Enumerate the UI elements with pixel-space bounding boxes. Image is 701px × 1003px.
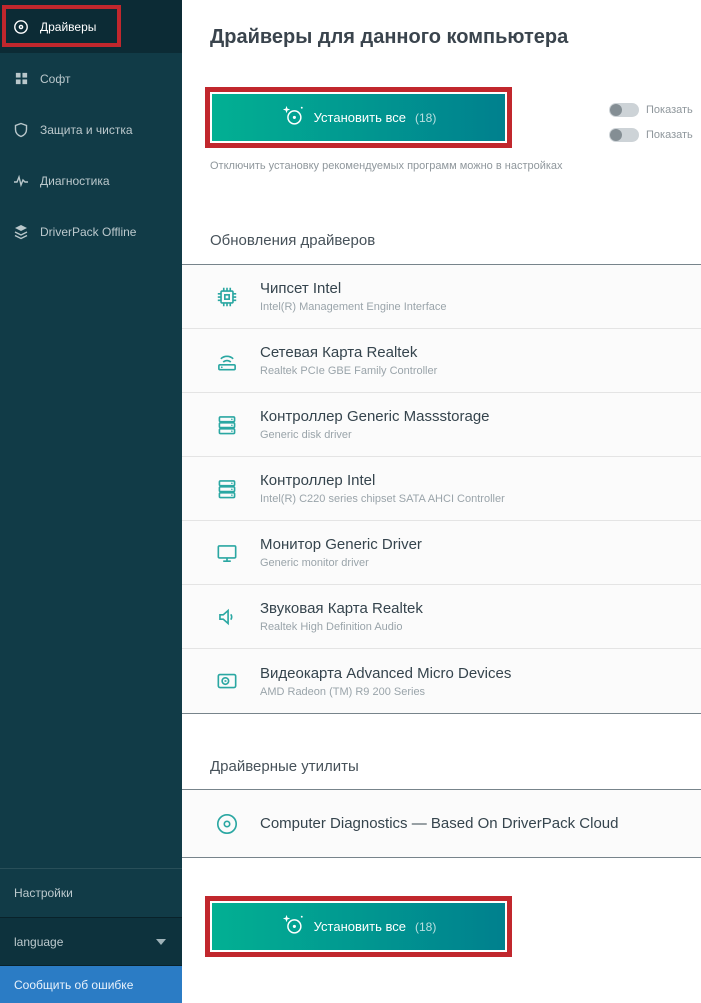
report-error-label: Сообщить об ошибке [14, 977, 134, 992]
sidebar-item-label: Драйверы [40, 19, 97, 34]
driver-title: Видеокарта Advanced Micro Devices [260, 664, 512, 682]
driver-updates-list: Чипсет Intel Intel(R) Management Engine … [182, 264, 701, 714]
driver-subtitle: Generic monitor driver [260, 557, 369, 569]
driver-title: Сетевая Карта Realtek [260, 344, 418, 361]
section-header-driver-utilities: Драйверные утилиты [210, 758, 359, 775]
storage-icon [212, 474, 242, 504]
sidebar-item-offline[interactable]: DriverPack Offline [0, 206, 182, 257]
sidebar-item-protection[interactable]: Защита и чистка [0, 104, 182, 155]
highlight-box: Установить все (18) [205, 87, 512, 148]
driver-subtitle: Generic disk driver [260, 429, 352, 441]
toggle-label: Показать [646, 129, 693, 141]
sidebar-item-diagnostics[interactable]: Диагностика [0, 155, 182, 206]
layers-icon [12, 223, 30, 241]
driver-row-storage[interactable]: Контроллер Generic Massstorage Generic d… [182, 393, 701, 457]
driver-title: Чипсет Intel [260, 280, 342, 297]
driver-title: Контроллер Intel [260, 472, 376, 489]
install-all-label: Установить все [313, 919, 406, 934]
report-error-button[interactable]: Сообщить об ошибке [0, 966, 182, 1003]
driver-title: Монитор Generic Driver [260, 536, 422, 553]
gpu-icon [212, 666, 242, 696]
main-content: Драйверы для данного компьютера Установи… [182, 0, 701, 1003]
install-all-button[interactable]: Установить все (18) [212, 94, 505, 141]
toggle-row: Показать [609, 128, 701, 142]
toggle-knob [610, 129, 622, 141]
driver-subtitle: Intel(R) C220 series chipset SATA AHCI C… [260, 493, 505, 505]
driver-subtitle: Realtek PCIe GBE Family Controller [260, 365, 438, 377]
utility-title: Computer Diagnostics — Based On DriverPa… [260, 815, 619, 832]
cd-icon [212, 809, 242, 839]
language-dropdown[interactable]: language [0, 917, 182, 966]
driver-row-video[interactable]: Видеокарта Advanced Micro Devices AMD Ra… [182, 649, 701, 713]
disc-sparkle-icon [281, 913, 305, 940]
sidebar-item-soft[interactable]: Софт [0, 53, 182, 104]
sidebar-item-label: Софт [40, 71, 71, 86]
language-label: language [14, 934, 64, 949]
driver-row-chipset[interactable]: Чипсет Intel Intel(R) Management Engine … [182, 265, 701, 329]
sidebar-item-label: DriverPack Offline [40, 224, 137, 239]
toggle-row: Показать [609, 103, 701, 117]
driver-subtitle: Intel(R) Management Engine Interface [260, 301, 447, 313]
sidebar: Драйверы Софт Защита и чистка Диагностик… [0, 0, 182, 1003]
driver-subtitle: AMD Radeon (TM) R9 200 Series [260, 685, 426, 698]
section-header-driver-updates: Обновления драйверов [210, 232, 376, 249]
driver-row-controller-intel[interactable]: Контроллер Intel Intel(R) C220 series ch… [182, 457, 701, 521]
driver-title: Звуковая Карта Realtek [260, 600, 423, 617]
sidebar-item-drivers[interactable]: Драйверы [0, 0, 182, 53]
disc-sparkle-icon [281, 104, 305, 131]
sidebar-item-settings[interactable]: Настройки [0, 868, 182, 917]
install-all-count: (18) [415, 110, 437, 125]
settings-label: Настройки [14, 886, 73, 900]
driver-row-audio[interactable]: Звуковая Карта Realtek Realtek High Defi… [182, 585, 701, 649]
disc-icon [12, 18, 30, 36]
install-all-label: Установить все [313, 110, 406, 125]
page-title: Драйверы для данного компьютера [210, 26, 569, 48]
sidebar-item-label: Диагностика [40, 173, 110, 188]
chipset-icon [212, 282, 242, 312]
driver-row-network[interactable]: Сетевая Карта Realtek Realtek PCIe GBE F… [182, 329, 701, 393]
speaker-icon [212, 602, 242, 632]
shield-icon [12, 121, 30, 139]
toggle-label: Показать [646, 104, 693, 116]
driverpack-app: Драйверы Софт Защита и чистка Диагностик… [0, 0, 701, 1003]
install-all-button-bottom[interactable]: Установить все (18) [212, 903, 505, 950]
driver-subtitle: Realtek High Definition Audio [260, 621, 403, 633]
highlight-box: Установить все (18) [205, 896, 512, 957]
show-toggle-2[interactable] [609, 128, 639, 142]
chevron-down-icon [156, 938, 166, 945]
monitor-icon [212, 538, 242, 568]
show-toggle-1[interactable] [609, 103, 639, 117]
toggle-knob [610, 104, 622, 116]
utility-row-diagnostics[interactable]: Computer Diagnostics — Based On DriverPa… [182, 790, 701, 857]
storage-icon [212, 410, 242, 440]
toggle-panel: Показать Показать [609, 103, 701, 153]
pulse-icon [12, 172, 30, 190]
install-all-count: (18) [415, 919, 437, 934]
grid-icon [12, 70, 30, 88]
sidebar-item-label: Защита и чистка [40, 122, 133, 137]
driver-utilities-list: Computer Diagnostics — Based On DriverPa… [182, 789, 701, 858]
network-icon [212, 346, 242, 376]
driver-row-monitor[interactable]: Монитор Generic Driver Generic monitor d… [182, 521, 701, 585]
driver-title: Контроллер Generic Massstorage [260, 408, 490, 425]
